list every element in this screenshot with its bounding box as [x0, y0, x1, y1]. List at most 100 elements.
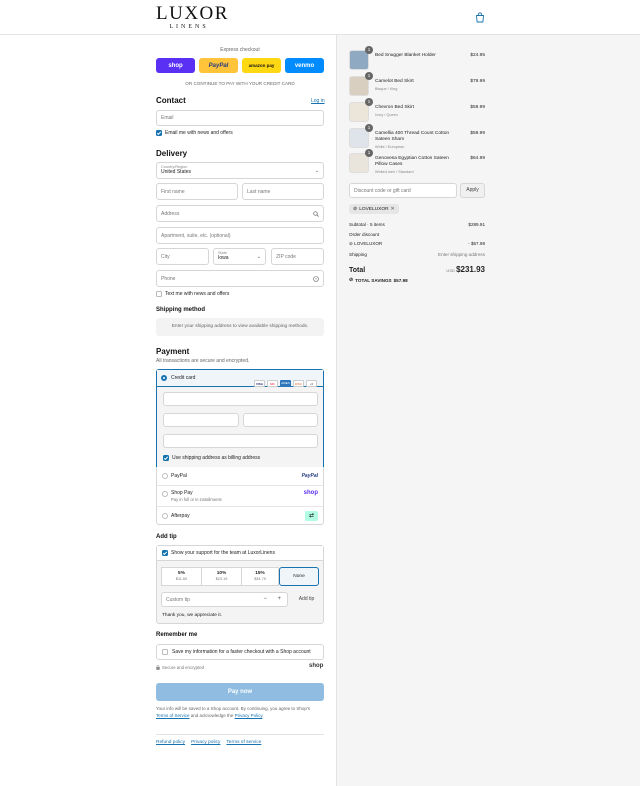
- apartment-field[interactable]: Apartment, suite, etc. (optional): [156, 227, 324, 244]
- cart-item: 1 Bed Snugger Blanket Holder $24.95: [349, 46, 485, 72]
- paypal-logo: PayPal: [301, 473, 318, 479]
- afterpay-logo-icon: ⇄: [305, 511, 318, 521]
- quantity-badge: 1: [365, 98, 373, 106]
- tag-icon: ⊘: [349, 277, 354, 283]
- quantity-badge: 1: [365, 149, 373, 157]
- delivery-heading: Delivery: [156, 149, 188, 158]
- credit-card-section: Credit card VISA MC AMEX DISC +5 Use shippin…: [156, 369, 324, 468]
- tip-option-5[interactable]: 5% $11.60: [161, 567, 202, 586]
- card-number-field[interactable]: [163, 392, 318, 406]
- phone-field[interactable]: Phone ?: [156, 270, 324, 287]
- email-news-checkbox[interactable]: Email me with news and offers: [156, 130, 233, 136]
- card-brand-icons: VISA MC AMEX DISC +5: [252, 375, 317, 393]
- checkbox-checked-icon: [156, 130, 162, 136]
- shopping-bag-icon[interactable]: [475, 12, 485, 23]
- secure-encrypted-note: Secure and encrypted: [156, 665, 204, 670]
- refund-policy-link[interactable]: Refund policy: [156, 740, 185, 745]
- contact-heading: Contact: [156, 96, 186, 105]
- pay-now-button[interactable]: Pay now: [156, 683, 324, 701]
- card-expiration-field[interactable]: [163, 413, 239, 427]
- last-name-field[interactable]: Last name: [242, 183, 324, 200]
- card-security-code-field[interactable]: [243, 413, 318, 427]
- or-divider: OR CONTINUE TO PAY WITH YOUR CREDIT CARD: [185, 81, 295, 86]
- shop-pay-option[interactable]: Shop Pay Pay in full or in installments …: [156, 485, 324, 507]
- first-name-field[interactable]: First name: [156, 183, 238, 200]
- email-field[interactable]: Email: [156, 110, 324, 126]
- help-icon[interactable]: ?: [313, 276, 319, 282]
- product-name: Bed Snugger Blanket Holder: [375, 53, 436, 58]
- header: LUXOR LINENS: [0, 0, 640, 35]
- express-shop-button[interactable]: shop: [156, 58, 195, 73]
- quantity-badge: 1: [365, 124, 373, 132]
- product-variant: Ivory / Queen: [375, 113, 398, 117]
- product-name: Camellia 400 Thread Count Cotton Sateen …: [375, 131, 450, 142]
- search-icon: [313, 211, 319, 217]
- product-name: Camelot Bed Skirt: [375, 79, 414, 84]
- chevron-down-icon: ⌄: [314, 168, 319, 174]
- credit-card-option[interactable]: Credit card VISA MC AMEX DISC +5: [157, 370, 323, 388]
- express-amazon-pay-button[interactable]: amazon pay: [242, 58, 281, 73]
- tip-option-15[interactable]: 15% $34.79: [241, 567, 279, 586]
- apply-discount-button[interactable]: Apply: [460, 183, 485, 198]
- footer-privacy-policy-link[interactable]: Privacy policy: [191, 740, 220, 745]
- quantity-badge: 1: [365, 46, 373, 54]
- product-price: $59.99: [470, 131, 485, 136]
- product-variant: White / European: [375, 145, 405, 149]
- card-name-field[interactable]: [163, 434, 318, 448]
- increase-tip-button[interactable]: +: [277, 596, 281, 602]
- tip-option-none[interactable]: None: [279, 567, 319, 586]
- afterpay-option[interactable]: Afterpay ⇄: [156, 506, 324, 525]
- checkbox-unchecked-icon: [156, 291, 162, 297]
- terms-of-service-link[interactable]: Terms of Service: [156, 713, 190, 718]
- tip-support-checkbox[interactable]: Show your support for the team at LuxorL…: [157, 546, 323, 561]
- radio-selected-icon: [161, 375, 167, 381]
- save-info-checkbox[interactable]: Save my information for a faster checkou…: [156, 644, 324, 660]
- add-tip-button[interactable]: Add tip: [293, 592, 320, 607]
- country-select[interactable]: Country/Region United States ⌄: [156, 162, 324, 179]
- product-variant: Bisque / King: [375, 87, 398, 91]
- express-paypal-button[interactable]: PayPal: [199, 58, 238, 73]
- radio-unselected-icon: [162, 473, 168, 479]
- footer-links: Refund policy Privacy policy Terms of se…: [156, 740, 261, 745]
- discover-icon: DISC: [293, 380, 304, 388]
- tip-section: Show your support for the team at LuxorL…: [156, 545, 324, 624]
- paypal-option[interactable]: PayPal PayPal: [156, 467, 324, 486]
- decrease-tip-button[interactable]: −: [263, 596, 267, 602]
- zip-field[interactable]: ZIP code: [271, 248, 324, 265]
- state-select[interactable]: State Iowa ⌄: [213, 248, 266, 265]
- luxor-linens-logo[interactable]: LUXOR LINENS: [156, 4, 227, 30]
- lock-icon: [156, 665, 160, 670]
- checkbox-checked-icon: [163, 455, 169, 461]
- cart-item: 1 Genovesa Egyptian Cotton Sateen Pillow …: [349, 149, 485, 175]
- remember-me-heading: Remember me: [156, 632, 198, 638]
- shipping-method-heading: Shipping method: [156, 307, 205, 313]
- shop-logo: shop: [309, 663, 324, 669]
- city-field[interactable]: City: [156, 248, 209, 265]
- express-venmo-button[interactable]: venmo: [285, 58, 324, 73]
- product-price: $79.99: [470, 79, 485, 84]
- checkbox-checked-icon: [162, 550, 168, 556]
- cart-item: 1 Camelot Bed Skirt Bisque / King $79.99: [349, 72, 485, 98]
- text-news-checkbox[interactable]: Text me with news and offers: [156, 291, 229, 297]
- tip-option-10[interactable]: 10% $23.19: [201, 567, 242, 586]
- product-price: $59.99: [470, 105, 485, 110]
- add-tip-heading: Add tip: [156, 534, 177, 540]
- remove-discount-icon[interactable]: ✕: [391, 206, 395, 212]
- discount-code-field[interactable]: Discount code or gift card: [349, 183, 457, 198]
- mastercard-icon: MC: [267, 380, 278, 388]
- product-name: Genovesa Egyptian Cotton Sateen Pillow C…: [375, 156, 449, 167]
- product-price: $64.99: [470, 156, 485, 161]
- footer-terms-link[interactable]: Terms of service: [226, 740, 261, 745]
- subtotal-row: Subtotal · 5 items $289.91: [349, 222, 485, 227]
- privacy-policy-link[interactable]: Privacy Policy: [235, 713, 263, 718]
- express-checkout-title: Express checkout: [220, 47, 260, 53]
- visa-icon: VISA: [254, 380, 265, 388]
- product-price: $24.95: [470, 53, 485, 58]
- address-field[interactable]: Address: [156, 205, 324, 222]
- billing-address-checkbox[interactable]: Use shipping address as billing address: [163, 455, 260, 461]
- custom-tip-field[interactable]: Custom tip − +: [161, 592, 288, 607]
- payment-secure-note: All transactions are secure and encrypte…: [156, 358, 250, 364]
- log-in-link[interactable]: Log in: [311, 98, 325, 104]
- total-savings: ⊘ TOTAL SAVINGS $57.98: [349, 277, 408, 283]
- cart-item: 1 Camellia 400 Thread Count Cotton Sateen…: [349, 124, 485, 150]
